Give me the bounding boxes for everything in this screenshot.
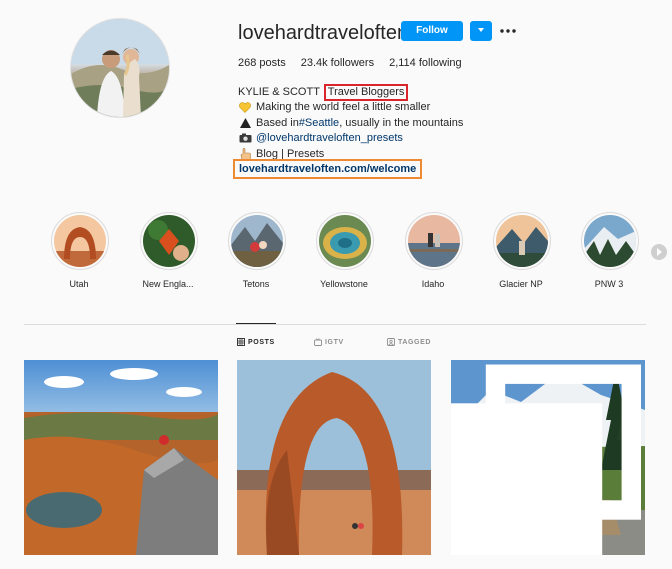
igtv-icon xyxy=(314,338,322,346)
more-dots-icon xyxy=(500,29,516,33)
highlight-label: Tetons xyxy=(242,279,270,289)
yellow-heart-icon xyxy=(238,101,252,113)
highlight-cover xyxy=(231,215,283,267)
tab-posts-label: POSTS xyxy=(248,338,275,346)
bio-category-highlight: Travel Bloggers xyxy=(323,84,409,101)
highlight-label: Yellowstone xyxy=(320,279,368,289)
highlight-glacier-np[interactable]: Glacier NP xyxy=(493,212,551,289)
tab-tagged[interactable]: TAGGED xyxy=(387,338,431,346)
camera-icon xyxy=(238,132,252,144)
bio-line-3: @lovehardtraveloften_presets xyxy=(238,132,403,144)
tabs-divider xyxy=(24,324,646,325)
more-options-button[interactable] xyxy=(499,21,517,41)
highlight-tetons[interactable]: Tetons xyxy=(228,212,286,289)
highlight-cover xyxy=(408,215,460,267)
profile-username: lovehardtraveloften xyxy=(238,22,409,44)
multiple-photos-icon xyxy=(451,364,641,555)
presets-account-link[interactable]: @lovehardtraveloften_presets xyxy=(256,132,403,144)
highlight-cover xyxy=(54,215,106,267)
highlight-ring xyxy=(405,212,463,270)
follow-button[interactable]: Follow xyxy=(401,21,463,41)
highlight-cover xyxy=(584,215,636,267)
bio-line-2: Based in #Seattle , usually in the mount… xyxy=(238,117,463,129)
highlight-label: Idaho xyxy=(421,279,445,289)
suggested-dropdown-button[interactable] xyxy=(470,21,492,41)
bio-name-line: KYLIE & SCOTT Travel Bloggers xyxy=(238,84,409,101)
bio-website-link[interactable]: lovehardtraveloften.com/welcome xyxy=(233,159,423,179)
seattle-hashtag-link[interactable]: #Seattle xyxy=(299,117,339,129)
post-image-autumn-cliff xyxy=(24,360,218,555)
bio-line-2-suffix: , usually in the mountains xyxy=(339,117,464,129)
profile-avatar[interactable] xyxy=(70,18,170,118)
highlight-label: Utah xyxy=(69,279,89,289)
highlight-ring xyxy=(140,212,198,270)
post-image-delicate-arch xyxy=(237,360,431,555)
tab-posts[interactable]: POSTS xyxy=(237,338,275,346)
bio-line-2-prefix: Based in xyxy=(256,117,299,129)
highlight-pnw-3[interactable]: PNW 3 xyxy=(581,212,639,289)
highlight-new-england[interactable]: New Engla... xyxy=(140,212,198,289)
highlight-ring xyxy=(228,212,286,270)
tab-tagged-label: TAGGED xyxy=(398,338,432,346)
highlight-ring xyxy=(581,212,639,270)
chevron-down-icon xyxy=(478,28,484,32)
profile-stats: 268 posts 23.4k followers 2,114 followin… xyxy=(238,57,477,69)
bio-line-1: Making the world feel a little smaller xyxy=(238,101,430,113)
bio-name: KYLIE & SCOTT xyxy=(238,86,320,98)
highlight-ring xyxy=(493,212,551,270)
posts-count: 268 posts xyxy=(238,57,286,69)
following-count[interactable]: 2,114 following xyxy=(389,57,462,69)
followers-count[interactable]: 23.4k followers xyxy=(301,57,374,69)
highlights-next-button[interactable] xyxy=(651,244,667,260)
highlight-ring xyxy=(316,212,374,270)
mountain-icon xyxy=(238,117,252,129)
highlight-ring xyxy=(51,212,109,270)
post-tile[interactable] xyxy=(24,360,218,555)
post-tile[interactable] xyxy=(237,360,431,555)
post-tile[interactable] xyxy=(451,360,645,555)
highlight-utah[interactable]: Utah xyxy=(51,212,109,289)
highlight-yellowstone[interactable]: Yellowstone xyxy=(316,212,374,289)
highlight-label: New Engla... xyxy=(142,279,194,289)
bio-line-1-text: Making the world feel a little smaller xyxy=(256,101,431,113)
tab-igtv[interactable]: IGTV xyxy=(314,338,344,346)
highlight-cover xyxy=(319,215,371,267)
highlight-cover xyxy=(143,215,195,267)
highlight-idaho[interactable]: Idaho xyxy=(405,212,463,289)
highlight-label: Glacier NP xyxy=(499,279,543,289)
chevron-right-icon xyxy=(657,248,662,256)
avatar-photo xyxy=(71,19,169,117)
grid-icon xyxy=(237,338,245,346)
tagged-icon xyxy=(387,338,395,346)
active-tab-indicator xyxy=(236,323,276,324)
highlight-cover xyxy=(496,215,548,267)
tab-igtv-label: IGTV xyxy=(325,338,344,346)
highlight-label: PNW 3 xyxy=(594,279,624,289)
